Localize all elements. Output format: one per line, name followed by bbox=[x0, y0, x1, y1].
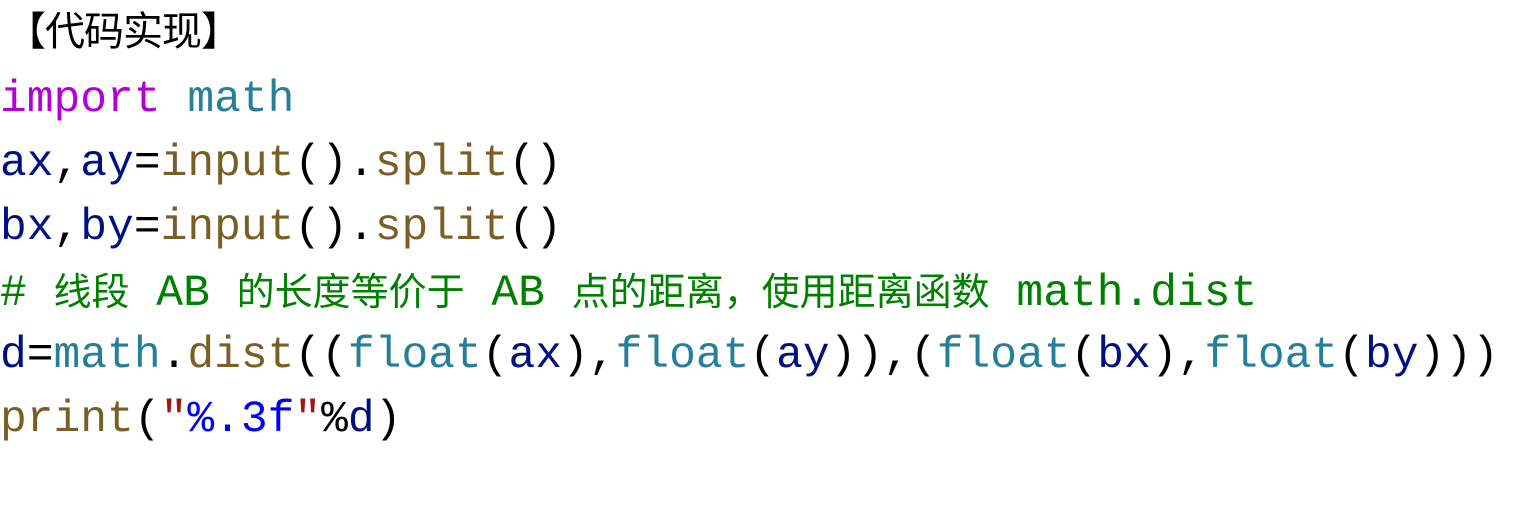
code-token-comment: math.dist bbox=[989, 269, 1258, 319]
code-line: # 线段 AB 的长度等价于 AB 点的距离，使用距离函数 math.dist bbox=[0, 260, 1499, 324]
code-block: import math ax,ay=input().split() bx,by=in… bbox=[0, 68, 1499, 452]
code-token-punct: = bbox=[133, 139, 161, 189]
code-token-variable: bx bbox=[1097, 331, 1151, 381]
code-token-punct: ( bbox=[133, 395, 161, 445]
code-token-punct: ( bbox=[481, 331, 509, 381]
code-token-function: input bbox=[160, 139, 295, 189]
code-token-punct: ), bbox=[562, 331, 616, 381]
code-token-punct: (). bbox=[294, 139, 375, 189]
code-token-punct: , bbox=[53, 203, 81, 253]
code-token-punct: (( bbox=[294, 331, 348, 381]
code-token-variable: d bbox=[0, 331, 27, 381]
code-token-module: math bbox=[187, 75, 295, 125]
code-token-function: split bbox=[374, 139, 509, 189]
code-token-variable: ay bbox=[80, 139, 134, 189]
code-token-punct: ( bbox=[1338, 331, 1365, 381]
code-token-module: float bbox=[936, 331, 1071, 381]
section-heading: 【代码实现】 bbox=[6, 9, 241, 55]
code-token-punct: (). bbox=[294, 203, 375, 253]
code-token-module: math bbox=[53, 331, 161, 381]
code-token-comment: # bbox=[0, 269, 54, 319]
code-token-punct: )),( bbox=[829, 331, 937, 381]
code-token-punct: = bbox=[26, 331, 54, 381]
code-token-punct: ( bbox=[749, 331, 777, 381]
code-token-variable: ax bbox=[0, 139, 54, 189]
code-token-format: %.3f bbox=[187, 395, 295, 445]
code-token-punct: ), bbox=[1150, 331, 1205, 381]
code-token-punct bbox=[161, 75, 188, 125]
code-token-function: print bbox=[0, 395, 134, 445]
code-token-punct: () bbox=[508, 203, 563, 253]
code-token-comment: 点的距离，使用距离函数 bbox=[571, 270, 990, 314]
code-token-module: float bbox=[1204, 331, 1339, 381]
code-token-punct: . bbox=[160, 331, 188, 381]
code-token-string: " bbox=[160, 395, 188, 445]
code-token-comment: AB bbox=[464, 269, 572, 319]
code-line: print("%.3f"%d) bbox=[0, 388, 1499, 452]
code-line: ax,ay=input().split() bbox=[0, 132, 1499, 196]
code-token-keyword: import bbox=[0, 75, 161, 125]
code-token-module: float bbox=[347, 331, 482, 381]
code-line: d=math.dist((float(ax),float(ay)),(float… bbox=[0, 324, 1499, 388]
code-token-variable: ax bbox=[508, 331, 563, 381]
code-token-punct: = bbox=[133, 203, 161, 253]
code-token-punct: ) bbox=[374, 395, 402, 445]
code-token-comment: AB bbox=[129, 269, 237, 319]
code-token-punct: ( bbox=[1070, 331, 1098, 381]
code-token-function: input bbox=[160, 203, 295, 253]
code-token-comment: 的长度等价于 bbox=[236, 270, 465, 314]
code-token-variable: by bbox=[1364, 331, 1419, 381]
code-token-variable: bx bbox=[0, 203, 54, 253]
code-token-function: split bbox=[374, 203, 509, 253]
code-token-variable: by bbox=[80, 203, 134, 253]
code-token-module: float bbox=[615, 331, 750, 381]
code-token-punct: , bbox=[53, 139, 81, 189]
code-token-variable: ay bbox=[776, 331, 830, 381]
code-token-string: " bbox=[294, 395, 322, 445]
code-token-function: dist bbox=[187, 331, 295, 381]
code-line: bx,by=input().split() bbox=[0, 196, 1499, 260]
code-token-comment: 线段 bbox=[53, 270, 130, 314]
code-token-variable: d bbox=[347, 395, 375, 445]
code-line: import math bbox=[0, 68, 1499, 132]
code-token-punct: ))) bbox=[1418, 331, 1499, 381]
code-token-punct: () bbox=[508, 139, 563, 189]
code-token-punct: % bbox=[321, 395, 348, 445]
